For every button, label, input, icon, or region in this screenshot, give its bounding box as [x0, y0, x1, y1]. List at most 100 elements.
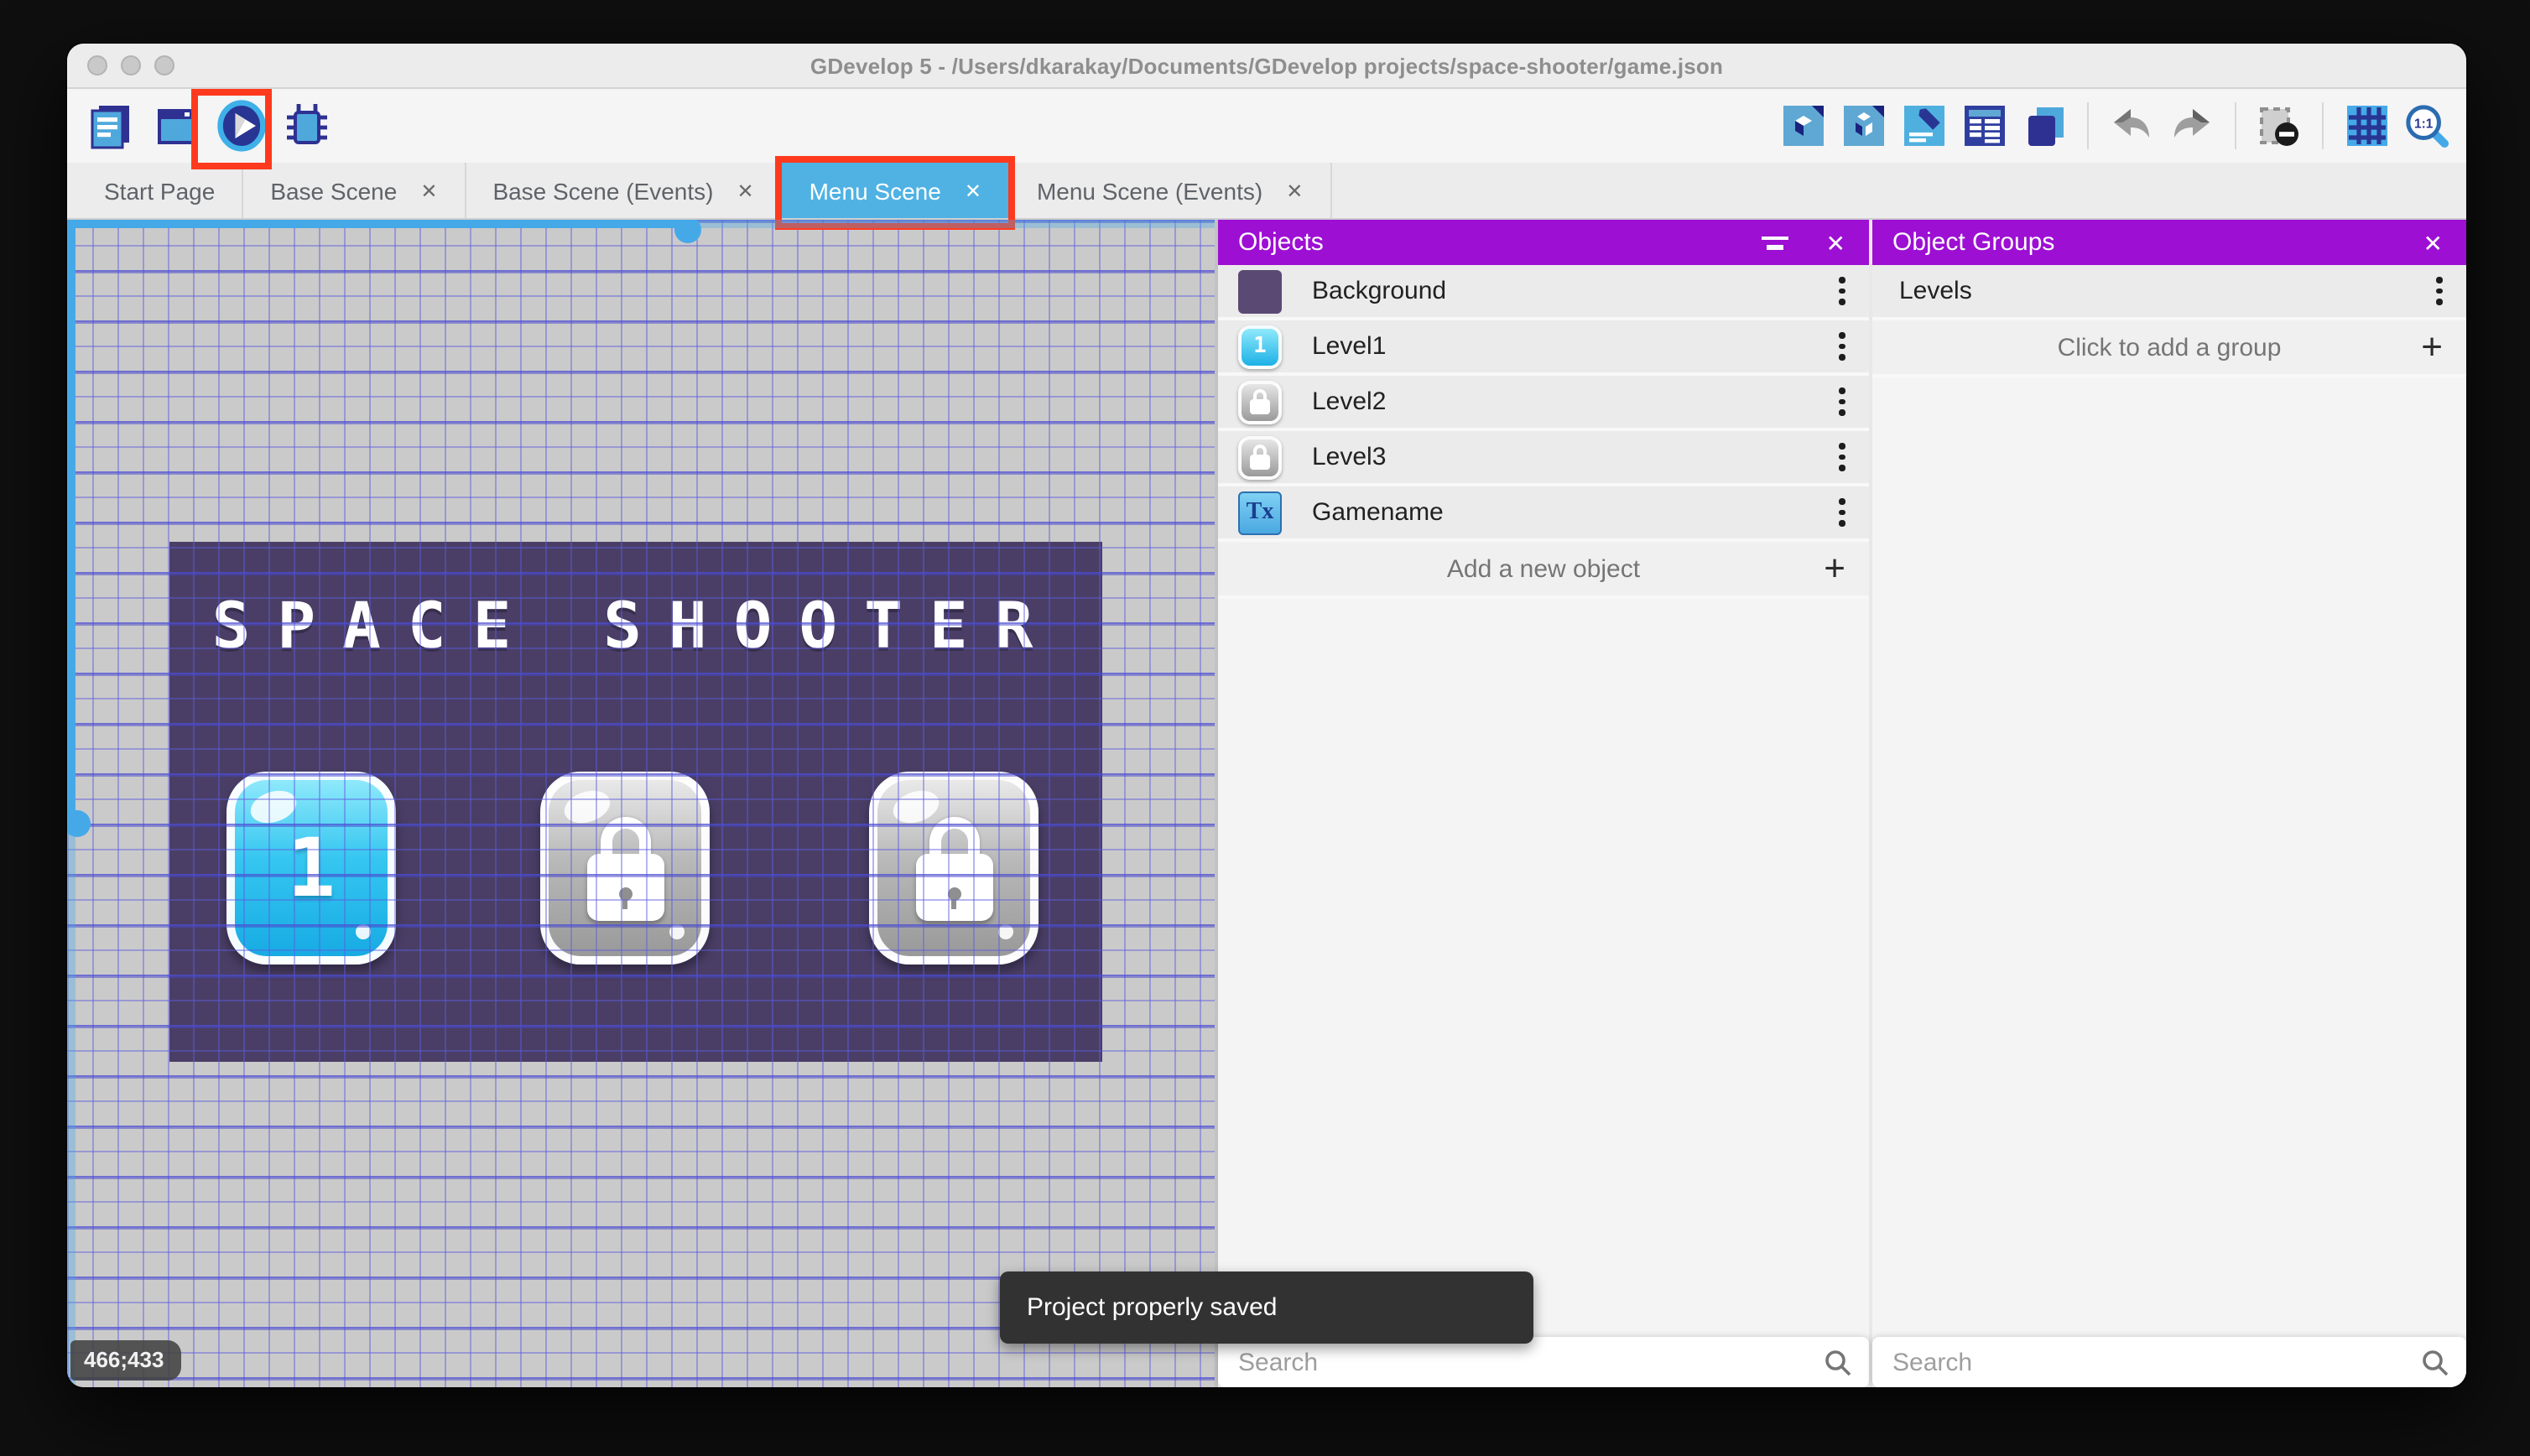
svg-text:1:1: 1:1 [2414, 117, 2434, 132]
level3-button-instance[interactable] [869, 772, 1039, 965]
content-area: SPACE SHOOTER 1 466;433 Objects ✕ Backgr… [67, 220, 2466, 1387]
object-menu-icon[interactable] [1839, 443, 1845, 471]
object-row-gamename[interactable]: Tx Gamename [1218, 486, 1869, 542]
canvas-vertical-scrollbar[interactable] [67, 220, 91, 1387]
level2-thumbnail [1238, 380, 1282, 424]
traffic-lights [87, 44, 174, 87]
tab-label: Base Scene (Events) [492, 177, 714, 204]
vertical-scroll-handle[interactable] [67, 810, 91, 837]
canvas-horizontal-scrollbar[interactable] [67, 220, 1215, 243]
scene-list-icon[interactable] [149, 99, 203, 153]
plus-icon[interactable]: + [1824, 549, 1845, 587]
add-group-row[interactable]: Click to add a group + [1872, 320, 2466, 377]
objects-panel-header: Objects ✕ [1218, 220, 1869, 265]
object-name: Level1 [1312, 332, 1387, 361]
object-groups-panel: Object Groups ✕ Levels Click to add a gr… [1872, 220, 2466, 1387]
button-dot [356, 924, 371, 939]
close-panel-icon[interactable]: ✕ [1826, 231, 1845, 254]
group-menu-icon[interactable] [2436, 277, 2443, 305]
instances-list-icon[interactable] [1961, 103, 2007, 148]
window-title: GDevelop 5 - /Users/dkarakay/Documents/G… [809, 53, 1724, 78]
objects-search-bar[interactable] [1218, 1337, 1869, 1387]
close-window-button[interactable] [87, 55, 107, 75]
horizontal-scroll-handle[interactable] [674, 220, 701, 243]
play-preview-icon[interactable] [215, 99, 268, 153]
object-name: Background [1312, 277, 1447, 305]
scene-editor-canvas[interactable]: SPACE SHOOTER 1 466;433 [67, 220, 1215, 1387]
tab-close-icon[interactable]: ✕ [737, 179, 753, 202]
groups-search-bar[interactable] [1872, 1337, 2466, 1387]
object-row-level1[interactable]: 1 Level1 [1218, 320, 1869, 376]
titlebar: GDevelop 5 - /Users/dkarakay/Documents/G… [67, 44, 2466, 89]
gdevelop-window: GDevelop 5 - /Users/dkarakay/Documents/G… [67, 44, 2466, 1387]
toolbar: 1:1 [67, 89, 2466, 169]
toggle-grid-icon[interactable] [2344, 103, 2389, 148]
object-groups-panel-header: Object Groups ✕ [1872, 220, 2466, 265]
debugger-icon[interactable] [280, 99, 334, 153]
group-row-levels[interactable]: Levels [1872, 265, 2466, 320]
layers-icon[interactable] [2022, 103, 2067, 148]
tab-menu-scene[interactable]: Menu Scene ✕ [775, 156, 1015, 230]
level2-button-instance[interactable] [540, 772, 710, 965]
scene-title-text-instance[interactable]: SPACE SHOOTER [169, 589, 1102, 663]
tab-close-icon[interactable]: ✕ [1286, 179, 1303, 202]
object-menu-icon[interactable] [1839, 277, 1845, 305]
properties-icon[interactable] [1901, 103, 1946, 148]
objects-panel-title: Objects [1238, 228, 1324, 257]
tab-base-scene-events[interactable]: Base Scene (Events) ✕ [466, 163, 783, 218]
zoom-window-button[interactable] [154, 55, 174, 75]
object-groups-panel-body [1872, 377, 2466, 1387]
object-row-background[interactable]: Background [1218, 265, 1869, 320]
object-menu-icon[interactable] [1839, 332, 1845, 361]
objects-editor-icon[interactable] [1780, 103, 1825, 148]
add-object-label: Add a new object [1446, 554, 1641, 583]
scene-background-instance[interactable]: SPACE SHOOTER 1 [169, 542, 1102, 1062]
button-dot [669, 924, 685, 939]
save-toast: Project properly saved [1000, 1271, 1533, 1344]
level3-thumbnail [1238, 435, 1282, 479]
tab-label: Menu Scene [809, 177, 941, 204]
zoom-1-1-icon[interactable]: 1:1 [2404, 103, 2449, 148]
objects-search-input[interactable] [1238, 1348, 1824, 1376]
tab-label: Base Scene [270, 177, 398, 204]
undo-icon[interactable] [2109, 103, 2154, 148]
tab-close-icon[interactable]: ✕ [965, 179, 981, 202]
level1-button-instance[interactable]: 1 [226, 772, 396, 965]
add-group-label: Click to add a group [2057, 333, 2282, 361]
add-object-row[interactable]: Add a new object + [1218, 542, 1869, 599]
group-name: Levels [1899, 277, 1972, 305]
close-panel-icon[interactable]: ✕ [2423, 231, 2443, 254]
level1-number: 1 [287, 821, 336, 915]
redo-icon[interactable] [2169, 103, 2215, 148]
tab-menu-scene-events[interactable]: Menu Scene (Events) ✕ [1010, 163, 1332, 218]
toolbar-divider [2087, 102, 2089, 149]
tab-start-page[interactable]: Start Page [77, 163, 244, 218]
object-name: Level3 [1312, 443, 1387, 471]
object-name: Level2 [1312, 387, 1387, 416]
minimize-window-button[interactable] [121, 55, 141, 75]
tab-label: Start Page [104, 177, 216, 204]
tab-label: Menu Scene (Events) [1036, 177, 1263, 204]
groups-search-input[interactable] [1892, 1348, 2421, 1376]
object-row-level3[interactable]: Level3 [1218, 431, 1869, 486]
toolbar-divider [2235, 102, 2236, 149]
object-row-level2[interactable]: Level2 [1218, 376, 1869, 431]
toolbar-right-group: 1:1 [1780, 102, 2449, 149]
object-groups-editor-icon[interactable] [1840, 103, 1886, 148]
tab-base-scene[interactable]: Base Scene ✕ [243, 163, 466, 218]
button-dot [998, 924, 1013, 939]
search-icon [2423, 1349, 2449, 1375]
toggle-window-mask-icon[interactable] [2257, 103, 2302, 148]
lock-icon [586, 816, 664, 920]
filter-icon[interactable] [1762, 234, 1789, 251]
object-groups-panel-title: Object Groups [1892, 228, 2055, 257]
object-menu-icon[interactable] [1839, 498, 1845, 527]
cursor-coordinates: 466;433 [70, 1340, 181, 1381]
search-icon [1825, 1349, 1851, 1375]
object-menu-icon[interactable] [1839, 387, 1845, 416]
plus-icon[interactable]: + [2421, 328, 2443, 366]
toolbar-divider [2322, 102, 2324, 149]
project-manager-icon[interactable] [84, 99, 138, 153]
screenshot-stage: GDevelop 5 - /Users/dkarakay/Documents/G… [0, 0, 2530, 1456]
tab-close-icon[interactable]: ✕ [420, 179, 437, 202]
